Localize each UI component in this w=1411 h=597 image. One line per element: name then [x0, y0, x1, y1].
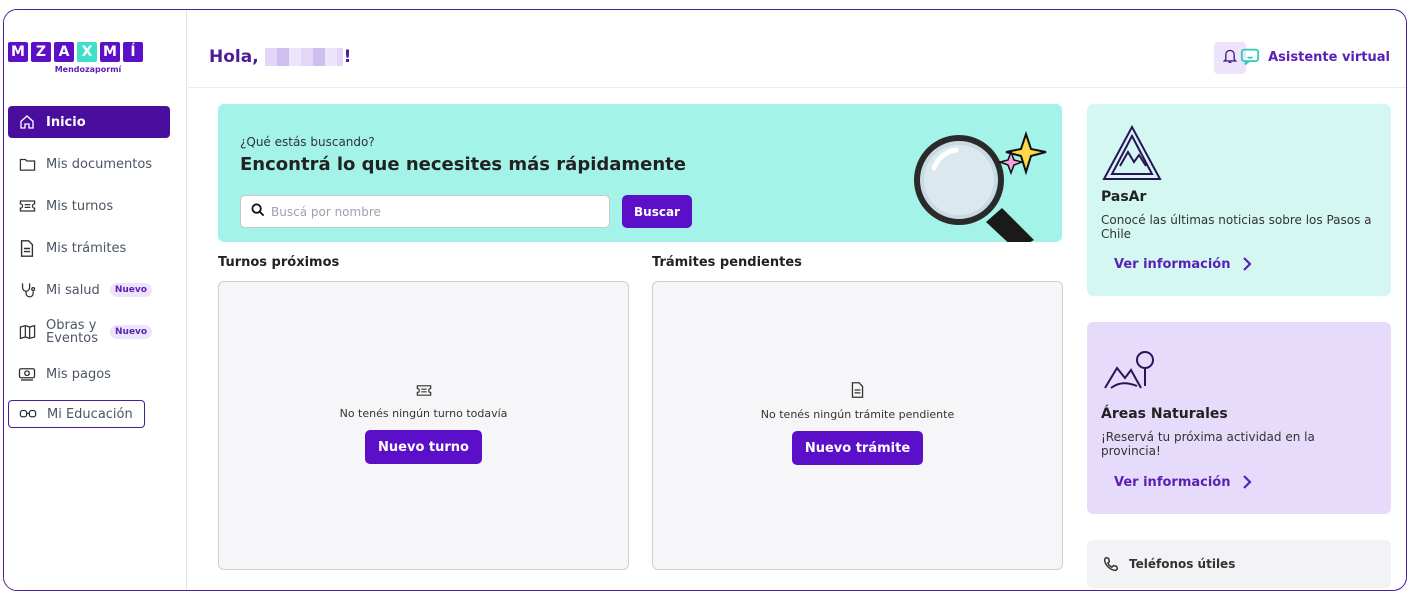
- file-text-icon: [851, 382, 864, 402]
- pasar-description: Conocé las últimas noticias sobre los Pa…: [1101, 213, 1372, 241]
- pasar-title: PasAr: [1101, 189, 1147, 205]
- sidebar-nav: Inicio Mis documentos Mis turnos Mis trá…: [8, 106, 170, 438]
- sidebar-item-label: Mi Educación: [47, 406, 133, 422]
- pasar-card: PasAr Conocé las últimas noticias sobre …: [1087, 104, 1391, 296]
- logo-letter: X: [77, 42, 97, 62]
- chevron-right-icon: [1242, 474, 1253, 490]
- chat-bot-icon: [1240, 48, 1260, 66]
- logo-letter: Í: [123, 42, 143, 62]
- search-input[interactable]: [271, 204, 601, 219]
- logo-letter: M: [8, 42, 28, 62]
- turnos-title: Turnos próximos: [218, 255, 340, 270]
- tramites-empty-text: No tenés ningún trámite pendiente: [760, 408, 955, 421]
- areas-naturales-description: ¡Reservá tu próxima actividad en la prov…: [1101, 430, 1315, 458]
- mountain-triangle-icon: [1101, 124, 1163, 186]
- sidebar-item-tramites[interactable]: Mis trámites: [8, 232, 170, 264]
- sidebar-item-turnos[interactable]: Mis turnos: [8, 190, 170, 222]
- sidebar-item-label: Mis pagos: [46, 366, 111, 382]
- sidebar-item-label: Mis turnos: [46, 198, 114, 214]
- sidebar-item-educacion[interactable]: Mi Educación: [8, 400, 145, 428]
- nature-landscape-icon: [1101, 348, 1157, 396]
- top-header: Hola, ! Asistente virtual: [188, 10, 1406, 88]
- new-tramite-button[interactable]: Nuevo trámite: [791, 431, 924, 465]
- sidebar-item-obras-eventos[interactable]: Obras y Eventos Nuevo: [8, 316, 170, 348]
- logo-letter: A: [54, 42, 74, 62]
- tramites-card: No tenés ningún trámite pendiente Nuevo …: [652, 281, 1063, 570]
- areas-naturales-link-label: Ver información: [1114, 474, 1231, 490]
- ticket-icon: [416, 382, 432, 401]
- sidebar-item-label: Mi salud: [46, 282, 100, 298]
- pasar-link-label: Ver información: [1114, 256, 1231, 272]
- sidebar-item-label: Mis trámites: [46, 240, 127, 256]
- areas-naturales-card: Áreas Naturales ¡Reservá tu próxima acti…: [1087, 322, 1391, 514]
- logo-tiles: M Z A X M Í: [8, 42, 168, 62]
- brand-logo[interactable]: M Z A X M Í Mendozapormí: [8, 42, 168, 74]
- sidebar-item-label: Inicio: [46, 114, 86, 130]
- payment-icon: [18, 365, 36, 383]
- areas-naturales-title: Áreas Naturales: [1101, 406, 1228, 422]
- ticket-icon: [18, 197, 36, 215]
- assistant-label: Asistente virtual: [1268, 49, 1390, 65]
- glasses-icon: [19, 405, 37, 423]
- file-text-icon: [18, 239, 36, 257]
- new-badge: Nuevo: [110, 325, 153, 339]
- greeting: Hola, !: [209, 47, 351, 67]
- search-button[interactable]: Buscar: [622, 195, 692, 228]
- sidebar-item-inicio[interactable]: Inicio: [8, 106, 170, 138]
- sidebar-item-label: Obras y Eventos: [46, 318, 98, 346]
- chevron-right-icon: [1242, 256, 1253, 272]
- sidebar-item-documentos[interactable]: Mis documentos: [8, 148, 170, 180]
- useful-phones-label: Teléfonos útiles: [1129, 557, 1236, 571]
- virtual-assistant-button[interactable]: Asistente virtual: [1240, 48, 1390, 66]
- tramites-title: Trámites pendientes: [652, 255, 802, 270]
- app-window: M Z A X M Í Mendozapormí Inicio Mis docu…: [3, 9, 1407, 591]
- logo-letter: M: [100, 42, 120, 62]
- magnifier-illustration: [904, 122, 1054, 242]
- turnos-card: No tenés ningún turno todavía Nuevo turn…: [218, 281, 629, 570]
- folder-icon: [18, 155, 36, 173]
- phone-icon: [1103, 556, 1119, 572]
- sidebar: M Z A X M Í Mendozapormí Inicio Mis docu…: [4, 10, 187, 590]
- new-turno-button[interactable]: Nuevo turno: [365, 430, 482, 464]
- home-icon: [18, 113, 36, 131]
- search-card: ¿Qué estás buscando? Encontrá lo que nec…: [218, 104, 1062, 242]
- sidebar-item-pagos[interactable]: Mis pagos: [8, 358, 170, 390]
- search-field[interactable]: [240, 195, 610, 228]
- search-icon: [251, 202, 265, 221]
- brand-subtitle: Mendozapormí: [54, 65, 122, 74]
- stethoscope-icon: [18, 281, 36, 299]
- greeting-prefix: Hola,: [209, 47, 259, 67]
- bell-icon: [1222, 48, 1238, 68]
- search-heading: Encontrá lo que necesites más rápidament…: [240, 154, 686, 175]
- sidebar-item-salud[interactable]: Mi salud Nuevo: [8, 274, 170, 306]
- map-icon: [18, 323, 36, 341]
- logo-letter: Z: [31, 42, 51, 62]
- useful-phones-item[interactable]: Teléfonos útiles: [1087, 540, 1391, 588]
- sidebar-item-label: Mis documentos: [46, 156, 153, 172]
- user-name-redacted: [264, 48, 343, 66]
- new-badge: Nuevo: [109, 283, 152, 297]
- turnos-empty-text: No tenés ningún turno todavía: [339, 407, 508, 420]
- areas-naturales-link[interactable]: Ver información: [1114, 474, 1253, 490]
- pasar-link[interactable]: Ver información: [1114, 256, 1253, 272]
- search-question: ¿Qué estás buscando?: [240, 135, 375, 149]
- greeting-suffix: !: [343, 47, 352, 67]
